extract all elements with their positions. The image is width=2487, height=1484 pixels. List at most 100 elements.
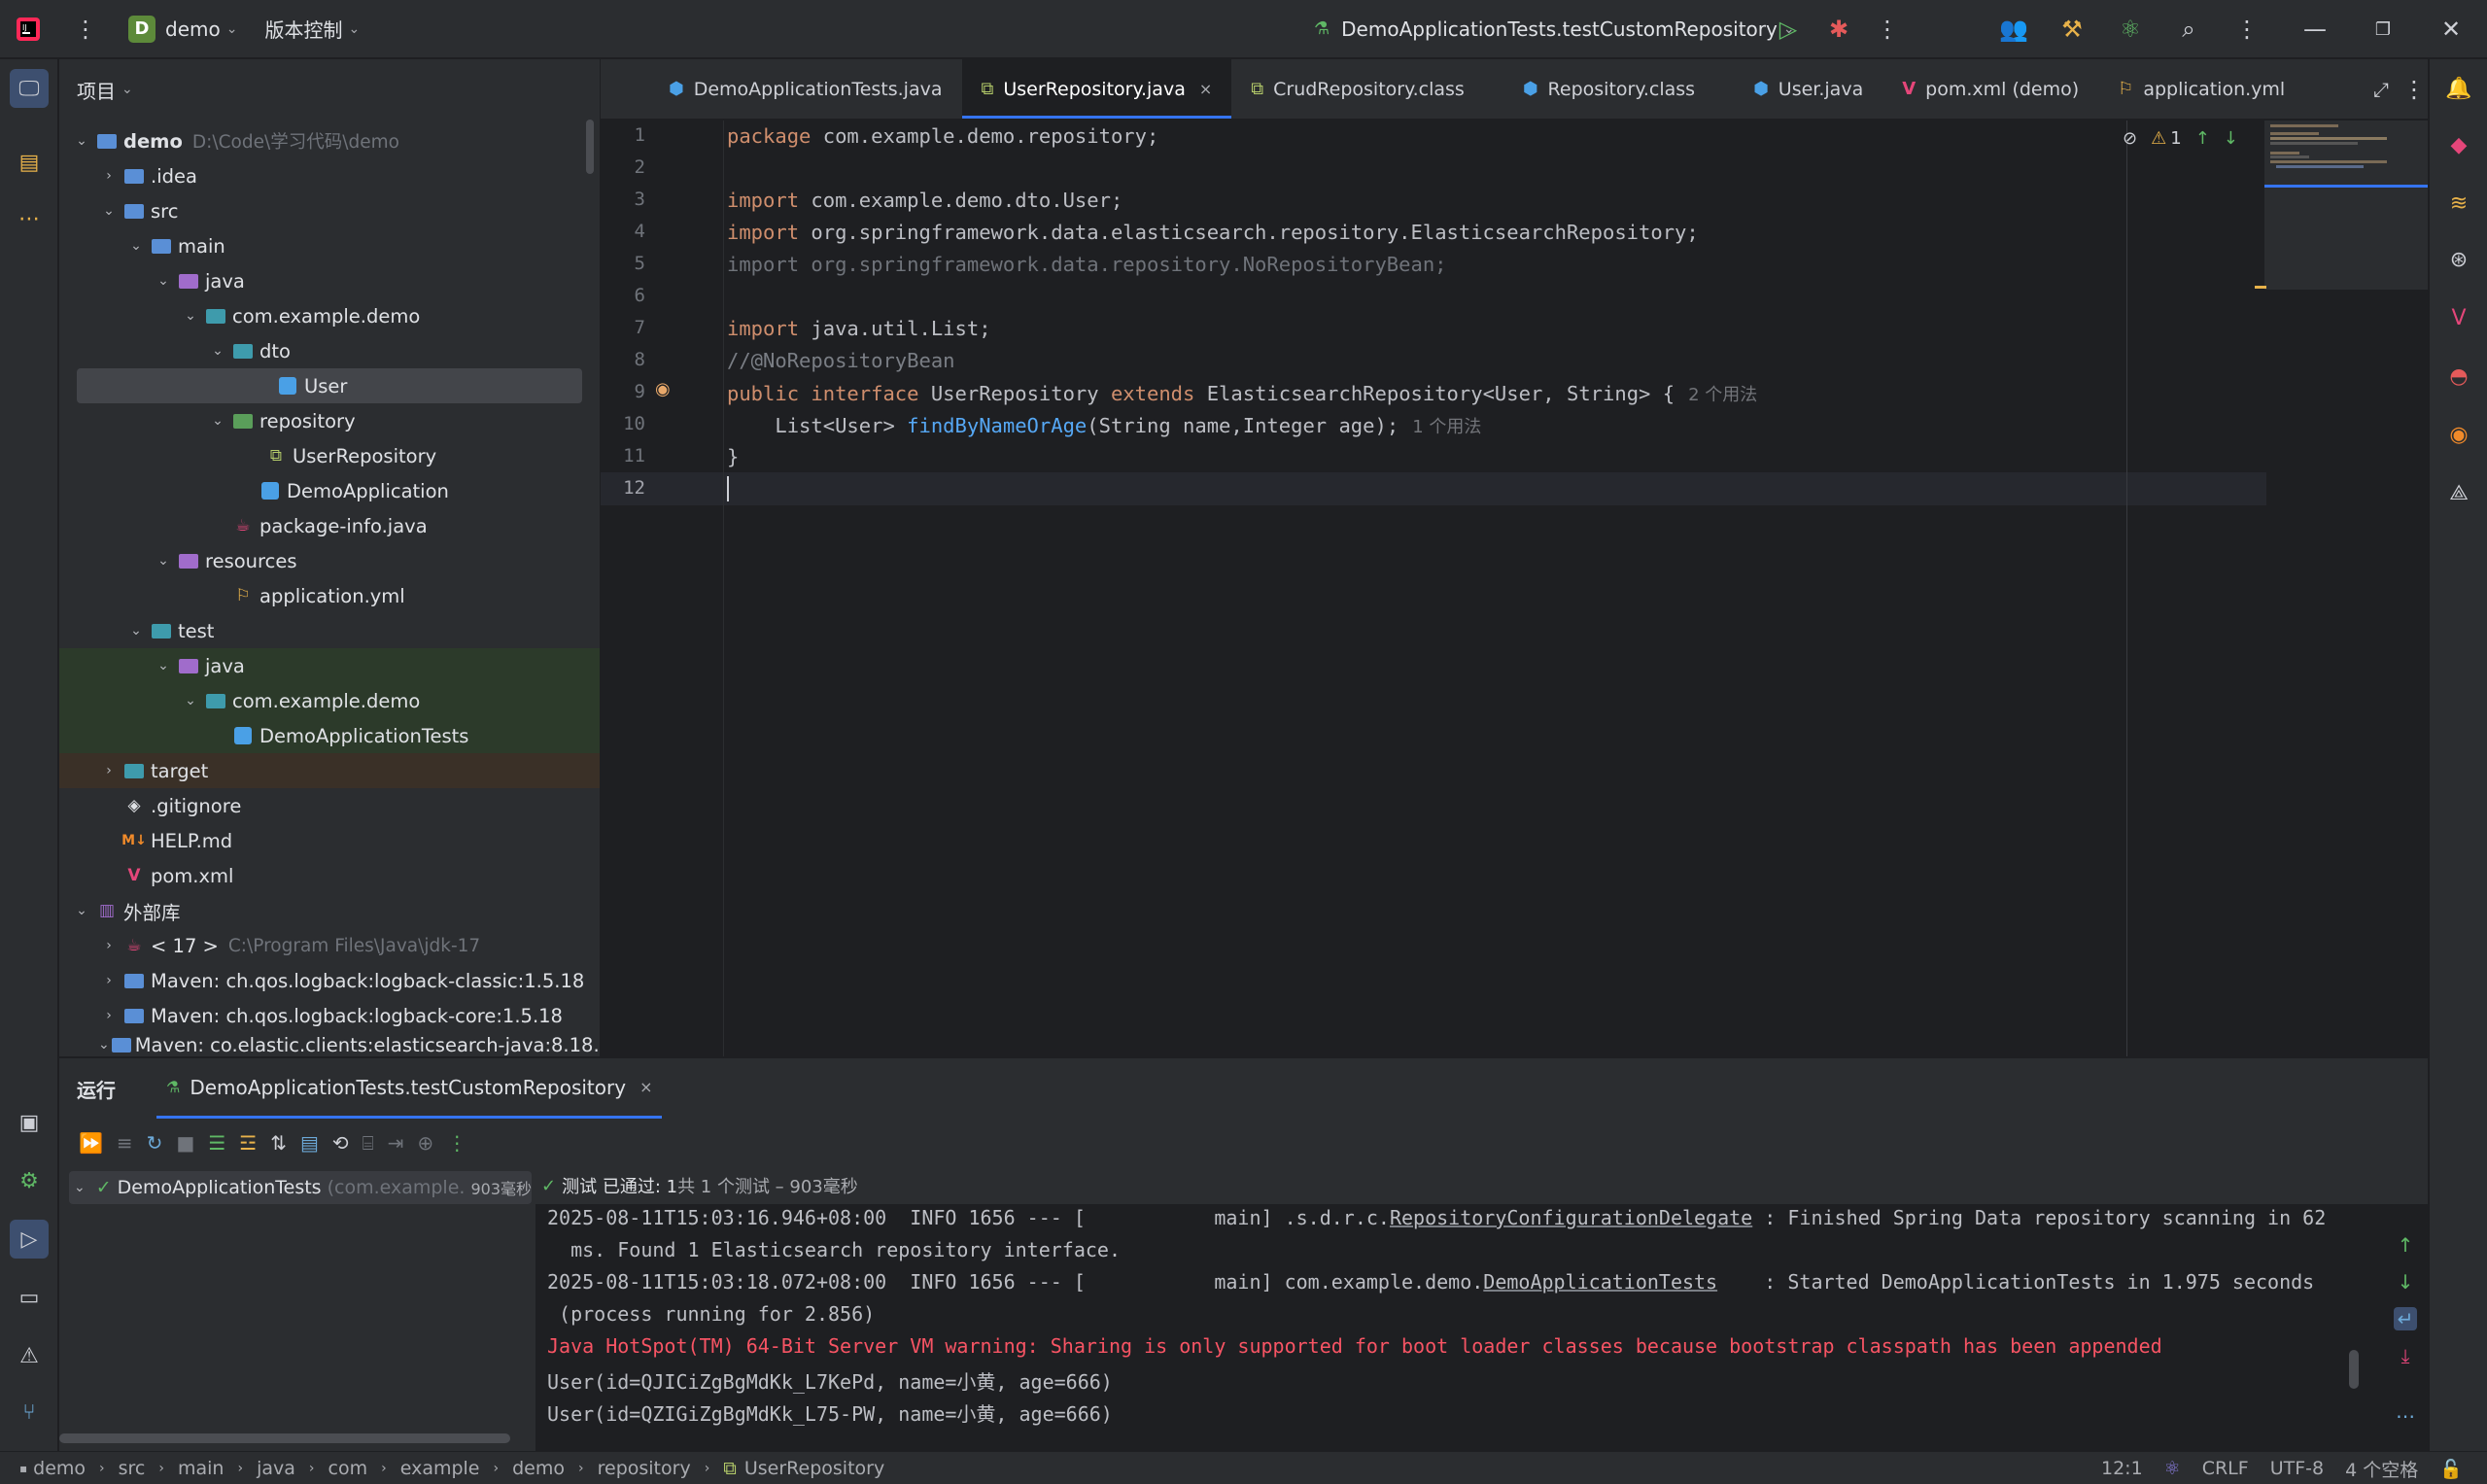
tree-item-target[interactable]: › target [59, 753, 600, 788]
main-menu-icon[interactable]: ⋮ [66, 10, 105, 49]
ai-assistant-icon[interactable]: ⚛ [2111, 10, 2150, 49]
rerun-icon[interactable]: ⏩ [79, 1131, 103, 1155]
scroll-up-icon[interactable]: ↑ [2398, 1233, 2414, 1257]
soft-wrap-icon[interactable]: ↵ [2393, 1307, 2418, 1330]
tree-item-lib-logback-core[interactable]: › Maven: ch.qos.logback:logback-core:1.5… [59, 998, 600, 1033]
rerun-failed-icon[interactable]: ≡ [117, 1131, 133, 1155]
tree-item-dto[interactable]: ⌄ dto [59, 333, 600, 368]
tree-item-package-info[interactable]: ☕ package-info.java [59, 508, 600, 543]
tab-repository[interactable]: ⬢ Repository.class [1484, 59, 1714, 119]
import-tests-icon[interactable]: ▤ [300, 1131, 319, 1155]
maven-icon[interactable]: V [2439, 298, 2478, 337]
project-tool-icon[interactable]: 🖵 [10, 69, 49, 108]
tree-item-external-libraries[interactable]: ⌄ ▥ 外部库 [59, 893, 600, 928]
more-actions-icon[interactable]: ⋮ [1868, 10, 1907, 49]
services-tool-icon[interactable]: ▣ [10, 1103, 49, 1142]
plugin-icon[interactable]: ⊛ [2439, 240, 2478, 279]
minimize-icon[interactable]: — [2296, 10, 2334, 49]
run-config-selector[interactable]: ⚗ DemoApplicationTests.testCustomReposit… [1314, 0, 1795, 58]
debug-icon[interactable]: ✱ [1819, 10, 1858, 49]
more-tools-icon[interactable]: ⋯ [10, 199, 49, 238]
tab-crudrepository[interactable]: ⧉ CrudRepository.class [1231, 59, 1484, 119]
tree-horizontal-scrollbar[interactable] [59, 1433, 510, 1443]
file-encoding[interactable]: UTF-8 [2270, 1458, 2324, 1479]
toggle-auto-test-icon[interactable]: ↻ [147, 1131, 163, 1155]
tab-demoapplicationtests[interactable]: ⬢ DemoApplicationTests.java [649, 59, 962, 119]
breadcrumb-item[interactable]: example [400, 1458, 480, 1479]
ai-chat-icon[interactable]: ◆ [2439, 125, 2478, 164]
settings-menu-icon[interactable]: ⋮ [2228, 10, 2266, 49]
tab-pom-xml[interactable]: V pom.xml (demo) [1883, 59, 2098, 119]
tree-item-java[interactable]: ⌄ java [59, 263, 600, 298]
usages-hint[interactable]: 2 个用法 [1688, 385, 1757, 405]
structure-tool-icon[interactable]: ▤ [10, 143, 49, 182]
tree-item-resources[interactable]: ⌄ resources [59, 543, 600, 578]
code-editor[interactable]: 1 2 3 4 5 6 7 8 9 10 11 12 ◉ package com… [601, 121, 2428, 1056]
settings-gear-icon[interactable]: ⚙ [10, 1161, 49, 1200]
history-icon[interactable]: ⟲ [332, 1131, 349, 1155]
tree-item-help-md[interactable]: M↓ HELP.md [59, 823, 600, 858]
breadcrumb-item[interactable]: src [119, 1458, 146, 1479]
project-selector[interactable]: D demo ⌄ [128, 0, 237, 58]
export-icon[interactable]: ⇥ [388, 1131, 404, 1155]
code-minimap[interactable] [2264, 121, 2428, 290]
usages-hint[interactable]: 1 个用法 [1412, 417, 1481, 437]
breadcrumb-item[interactable]: repository [598, 1458, 691, 1479]
tree-item-repository[interactable]: ⌄ repository [59, 403, 600, 438]
line-separator[interactable]: CRLF [2202, 1458, 2249, 1479]
indent-setting[interactable]: 4 个空格 [2345, 1456, 2418, 1482]
lock-icon[interactable]: 🔓 [2439, 1458, 2463, 1480]
copilot-icon[interactable]: ⟁ [2439, 473, 2478, 512]
screenshot-icon[interactable]: ⌸ [363, 1131, 374, 1155]
run-tool-icon[interactable]: ▷ [10, 1220, 49, 1259]
tree-item-demo[interactable]: ⌄ demo D:\Code\学习代码\demo [59, 123, 600, 158]
breadcrumb-item[interactable]: java [257, 1458, 295, 1479]
scroll-down-icon[interactable]: ↓ [2398, 1270, 2414, 1294]
code-with-me-icon[interactable]: 👥 [1994, 10, 2033, 49]
stop-icon[interactable]: ■ [176, 1131, 194, 1155]
tab-options-icon[interactable]: ⋮ [2395, 70, 2434, 109]
tree-item-demoapplicationtests[interactable]: DemoApplicationTests [59, 718, 600, 753]
tree-item-gitignore[interactable]: ◈ .gitignore [59, 788, 600, 823]
run-tab[interactable]: ⚗ DemoApplicationTests.testCustomReposit… [156, 1058, 663, 1119]
show-ignored-icon[interactable]: ☲ [239, 1131, 257, 1155]
console-more-icon[interactable]: ⋯ [2396, 1404, 2415, 1428]
tree-item-test-java[interactable]: ⌄ java [59, 648, 600, 683]
hat-icon[interactable]: ◓ [2439, 357, 2478, 396]
ai-status-icon[interactable]: ⚛ [2164, 1458, 2181, 1479]
arrow-up-icon[interactable]: ↑ [2195, 128, 2210, 149]
search-icon[interactable]: ⌕ [2169, 10, 2208, 49]
tree-item-demoapplication[interactable]: DemoApplication [59, 473, 600, 508]
tree-scrollbar[interactable] [586, 120, 594, 174]
tree-item-idea[interactable]: › .idea [59, 158, 600, 193]
reader-mode-eye-icon[interactable]: ⊘ [2123, 128, 2137, 149]
vcs-menu[interactable]: 版本控制 ⌄ [264, 0, 360, 58]
notifications-bell-icon[interactable]: 🔔 [2439, 69, 2478, 108]
app-logo-icon[interactable]: IJ [0, 0, 56, 58]
restore-icon[interactable]: ❐ [2364, 10, 2402, 49]
tab-application-yml[interactable]: ⚐ application.yml [2098, 59, 2304, 119]
tree-item-lib-logback-classic[interactable]: › Maven: ch.qos.logback:logback-classic:… [59, 963, 600, 998]
sort-icon[interactable]: ⇅ [270, 1131, 287, 1155]
arrow-down-icon[interactable]: ↓ [2224, 128, 2238, 149]
inspection-widget[interactable]: ⊘ ⚠ 1 ↑ ↓ [2123, 128, 2238, 149]
breadcrumb-item[interactable]: demo [512, 1458, 565, 1479]
project-panel-header[interactable]: 项目 ⌄ [59, 59, 600, 120]
breadcrumb-item[interactable]: UserRepository [744, 1458, 884, 1479]
tab-userrepository[interactable]: ⧉ UserRepository.java × [961, 59, 1232, 119]
run-icon[interactable]: ▷ [1769, 10, 1808, 49]
tree-item-lib-elasticsearch-java[interactable]: ⌄ Maven: co.elastic.clients:elasticsearc… [59, 1033, 600, 1056]
warning-marker[interactable] [2255, 286, 2266, 289]
tree-item-test-package[interactable]: ⌄ com.example.demo [59, 683, 600, 718]
tree-item-user[interactable]: User [77, 368, 582, 403]
console-scrollbar[interactable] [2349, 1350, 2359, 1389]
tree-item-userrepository[interactable]: ⧉ UserRepository [59, 438, 600, 473]
debug-settings-icon[interactable]: ⊕ [417, 1131, 433, 1155]
git-branch-icon[interactable]: ⑂ [10, 1393, 49, 1432]
more-options-icon[interactable]: ⋮ [447, 1131, 466, 1155]
implemented-gutter-icon[interactable]: ◉ [655, 379, 671, 399]
close-tab-icon[interactable]: × [639, 1078, 652, 1096]
close-window-icon[interactable]: ✕ [2432, 10, 2470, 49]
database-icon[interactable]: ≋ [2439, 184, 2478, 223]
console-output[interactable]: 2025-08-11T15:03:16.946+08:00 INFO 1656 … [535, 1204, 2428, 1452]
